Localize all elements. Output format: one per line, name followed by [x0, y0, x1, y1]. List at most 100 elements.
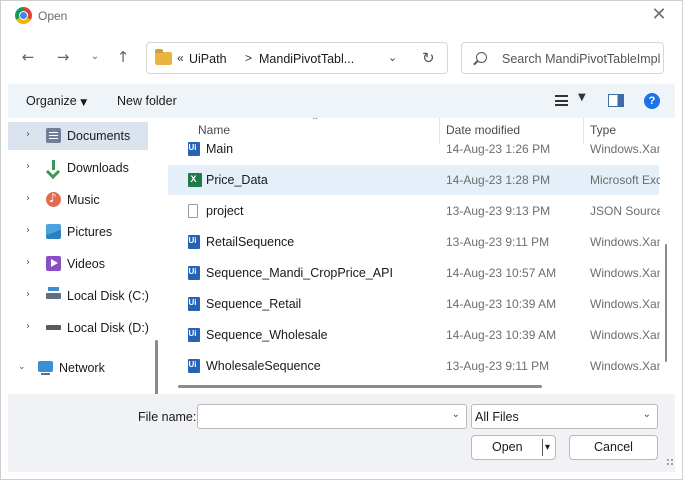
up-arrow-icon[interactable]: ↑ — [112, 46, 134, 68]
organize-chevron-icon: ▼ — [80, 98, 88, 108]
sidebar-item-label: Network — [59, 361, 105, 375]
uipath-icon — [188, 235, 200, 249]
refresh-icon[interactable]: ↻ — [422, 49, 435, 67]
sidebar-item-pictures[interactable]: › Pictures — [8, 218, 148, 246]
sidebar-item-downloads[interactable]: › Downloads — [8, 154, 148, 182]
sidebar-item-documents[interactable]: › Documents — [8, 122, 148, 150]
sidebar-item-label: Local Disk (D:) — [67, 321, 149, 335]
address-bar[interactable]: « UiPath > MandiPivotTabl... ⌄ ↻ — [146, 42, 448, 74]
file-name: Sequence_Mandi_CropPrice_API — [206, 266, 393, 280]
expand-chevron-icon[interactable]: › — [26, 161, 30, 172]
file-date: 14-Aug-23 10:57 AM — [446, 266, 557, 280]
disk-d-icon — [46, 325, 61, 330]
videos-icon — [46, 256, 61, 271]
search-placeholder[interactable]: Search MandiPivotTableImpl... — [502, 52, 660, 66]
file-type-filter[interactable]: All Files ⌄ — [471, 404, 658, 429]
uipath-icon — [188, 297, 200, 311]
uipath-icon — [188, 142, 200, 156]
organize-menu[interactable]: Organize ▼ — [26, 94, 87, 108]
expand-chevron-icon[interactable]: › — [26, 129, 30, 140]
file-name: Sequence_Retail — [206, 297, 302, 311]
back-arrow-icon[interactable]: ← — [17, 46, 39, 68]
filter-dropdown-icon[interactable]: ⌄ — [643, 409, 651, 420]
collapse-chevron-icon[interactable]: ⌄ — [18, 362, 26, 372]
file-name-field[interactable]: ⌄ — [197, 404, 467, 429]
file-row-selected[interactable]: Price_Data 14-Aug-23 1:28 PM Microsoft E… — [168, 165, 660, 195]
file-name: Main — [206, 142, 234, 156]
file-type: Windows.Xaml — [590, 142, 660, 156]
organize-label: Organize — [26, 94, 77, 108]
file-date: 14-Aug-23 1:28 PM — [446, 173, 551, 187]
new-folder-button[interactable]: New folder — [117, 94, 177, 108]
network-icon — [38, 361, 53, 375]
sidebar-item-label: Videos — [67, 257, 105, 271]
file-name: WholesaleSequence — [206, 359, 321, 373]
file-row[interactable]: Main 14-Aug-23 1:26 PM Windows.Xaml — [168, 134, 660, 164]
sidebar-item-videos[interactable]: › Videos — [8, 250, 148, 278]
json-file-icon — [188, 204, 198, 218]
expand-chevron-icon[interactable]: › — [26, 257, 30, 268]
file-name: Price_Data — [206, 173, 268, 187]
cancel-button[interactable]: Cancel — [569, 435, 658, 460]
help-icon[interactable]: ? — [644, 93, 660, 109]
window-title: Open — [38, 9, 68, 23]
file-name: project — [206, 204, 244, 218]
open-button-label: Open — [492, 440, 523, 454]
excel-icon — [188, 173, 202, 187]
sidebar-item-local-disk-d[interactable]: › Local Disk (D:) — [8, 314, 149, 342]
close-button[interactable]: ✕ — [649, 6, 669, 26]
file-row[interactable]: Sequence_Retail 14-Aug-23 10:39 AM Windo… — [168, 289, 660, 319]
file-list-horizontal-scrollbar[interactable] — [178, 385, 542, 388]
sidebar-item-label: Pictures — [67, 225, 113, 239]
search-icon — [476, 52, 487, 63]
chrome-icon — [15, 7, 32, 24]
sort-ascending-icon: ⌃ — [311, 118, 320, 127]
command-toolbar: Organize ▼ New folder ▼ ? — [8, 84, 675, 118]
sidebar-item-label: Local Disk (C:) — [67, 289, 149, 303]
expand-chevron-icon[interactable]: › — [26, 225, 30, 236]
file-date: 14-Aug-23 10:39 AM — [446, 297, 557, 311]
breadcrumb-uipath[interactable]: UiPath — [189, 52, 227, 66]
sidebar-item-network[interactable]: ⌄ Network — [8, 354, 158, 382]
open-button[interactable]: Open ▾ — [471, 435, 556, 460]
file-type: Windows.Xaml — [590, 359, 660, 373]
sidebar-item-music[interactable]: › Music — [8, 186, 148, 214]
file-date: 14-Aug-23 1:26 PM — [446, 142, 551, 156]
file-list: ⌃ Name Date modified Type Main 14-Aug-23… — [168, 118, 667, 394]
expand-chevron-icon[interactable]: › — [26, 289, 30, 300]
documents-icon — [46, 128, 61, 143]
address-dropdown-icon[interactable]: ⌄ — [388, 51, 397, 64]
view-options-chevron-icon[interactable]: ▼ — [578, 92, 586, 103]
file-row[interactable]: RetailSequence 13-Aug-23 9:11 PM Windows… — [168, 227, 660, 257]
file-type: Windows.Xaml — [590, 266, 660, 280]
title-bar: Open ✕ — [0, 0, 683, 32]
file-row[interactable]: WholesaleSequence 13-Aug-23 9:11 PM Wind… — [168, 351, 660, 381]
preview-pane-icon[interactable] — [608, 94, 624, 107]
file-type: Windows.Xaml — [590, 235, 660, 249]
recent-locations-chevron-icon[interactable]: ⌄ — [84, 46, 106, 68]
open-options-chevron-icon[interactable]: ▾ — [545, 436, 550, 459]
pictures-icon — [46, 224, 61, 239]
forward-arrow-icon[interactable]: → — [52, 46, 74, 68]
breadcrumb-current-folder[interactable]: MandiPivotTabl... — [259, 52, 354, 66]
file-row[interactable]: Sequence_Wholesale 14-Aug-23 10:39 AM Wi… — [168, 320, 660, 350]
file-row[interactable]: Sequence_Mandi_CropPrice_API 14-Aug-23 1… — [168, 258, 660, 288]
sidebar-item-local-disk-c[interactable]: › Local Disk (C:) — [8, 282, 149, 310]
navigation-bar: ← → ⌄ ↑ « UiPath > MandiPivotTabl... ⌄ ↻… — [0, 32, 683, 84]
file-type-filter-value: All Files — [475, 410, 519, 424]
search-box[interactable]: Search MandiPivotTableImpl... — [461, 42, 664, 74]
view-list-icon[interactable] — [555, 95, 568, 106]
file-row[interactable]: project 13-Aug-23 9:13 PM JSON Source — [168, 196, 660, 226]
file-name-dropdown-icon[interactable]: ⌄ — [452, 409, 460, 420]
file-type: JSON Source — [590, 204, 660, 218]
sidebar-item-label: Documents — [67, 129, 131, 143]
sidebar-scrollbar[interactable] — [155, 340, 158, 394]
breadcrumb-overflow[interactable]: « — [177, 51, 184, 65]
file-list-vertical-scrollbar[interactable] — [665, 244, 667, 362]
expand-chevron-icon[interactable]: › — [26, 193, 30, 204]
file-name: Sequence_Wholesale — [206, 328, 328, 342]
expand-chevron-icon[interactable]: › — [26, 321, 30, 332]
file-name: RetailSequence — [206, 235, 295, 249]
resize-grip[interactable] — [666, 458, 674, 466]
file-type: Windows.Xaml — [590, 328, 660, 342]
